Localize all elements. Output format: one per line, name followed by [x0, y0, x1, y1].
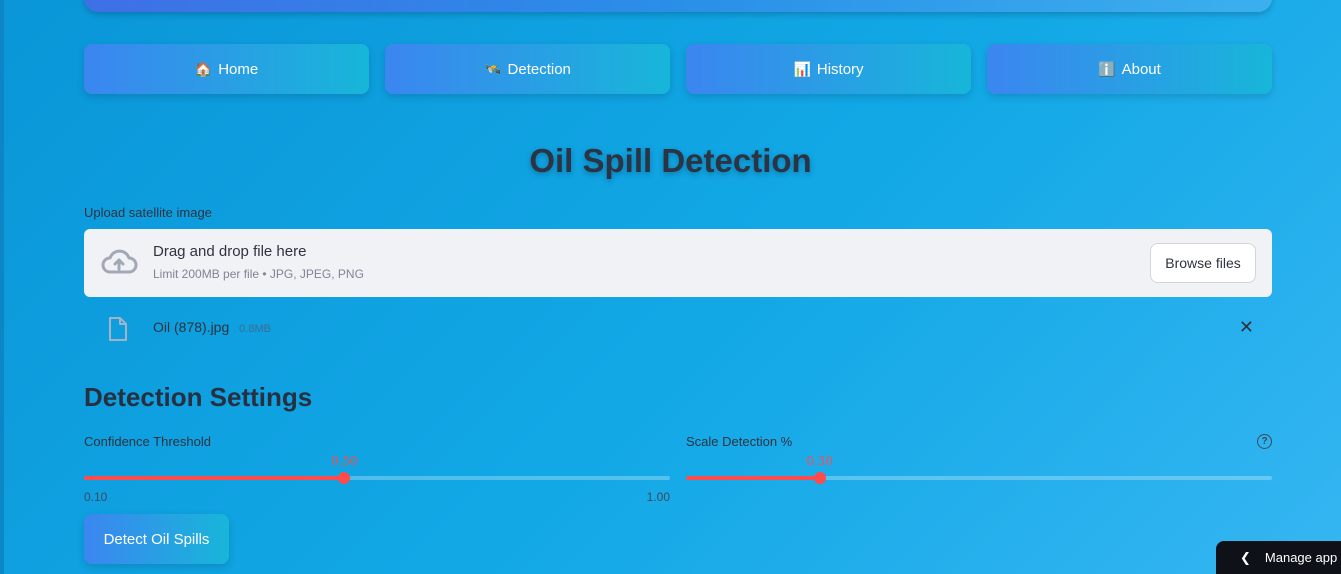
page-title: Oil Spill Detection [529, 142, 812, 179]
file-dropzone[interactable]: Drag and drop file here Limit 200MB per … [84, 229, 1272, 297]
dropzone-title: Drag and drop file here [153, 243, 307, 260]
cloud-upload-icon [101, 249, 138, 274]
scale-slider-thumb[interactable] [813, 472, 826, 484]
scale-slider-label: Scale Detection % [686, 434, 793, 449]
help-icon[interactable]: ? [1257, 434, 1272, 449]
browse-files-button[interactable]: Browse files [1150, 243, 1256, 283]
confidence-slider-label: Confidence Threshold [84, 434, 211, 449]
window-edge [0, 0, 4, 574]
confidence-slider-value: 0.50 [331, 454, 358, 468]
file-name-text: Oil (878).jpg [153, 319, 230, 335]
confidence-slider-max: 1.00 [646, 490, 670, 504]
nav-history-button[interactable]: 📊 History [686, 44, 971, 94]
chevron-left-icon: ❮ [1240, 549, 1251, 565]
confidence-slider-thumb[interactable] [338, 472, 351, 484]
file-size: 0.8MB [239, 323, 271, 335]
detect-oil-spills-button[interactable]: Detect Oil Spills [84, 514, 229, 564]
scale-slider: Scale Detection % ? 0.30 [686, 432, 1272, 504]
nav-about-label: About [1121, 60, 1161, 78]
scale-slider-track[interactable] [686, 472, 1272, 484]
satellite-icon: 🛰️ [484, 60, 502, 77]
nav-home-label: Home [218, 60, 259, 78]
upload-label: Upload satellite image [84, 205, 212, 220]
header-banner [84, 0, 1272, 12]
nav-about-button[interactable]: ℹ️ About [987, 44, 1272, 94]
file-icon [109, 317, 127, 341]
bar-chart-icon: 📊 [793, 60, 811, 77]
confidence-slider-min: 0.10 [84, 490, 108, 504]
nav-detection-label: Detection [507, 60, 571, 78]
info-icon: ℹ️ [1098, 60, 1116, 77]
dropzone-subtitle: Limit 200MB per file • JPG, JPEG, PNG [153, 267, 364, 281]
nav-home-button[interactable]: 🏠 Home [84, 44, 369, 94]
manage-app-button[interactable]: ❮ Manage app [1216, 541, 1341, 574]
remove-file-button[interactable]: ✕ [1239, 317, 1254, 338]
confidence-slider: Confidence Threshold 0.50 0.10 1.00 [84, 432, 670, 504]
detection-settings-title: Detection Settings [84, 382, 313, 412]
nav-bar: 🏠 Home 🛰️ Detection 📊 History ℹ️ About [84, 44, 1272, 94]
scale-slider-value: 0.30 [806, 454, 833, 468]
scale-slider-fill [686, 476, 820, 480]
confidence-slider-fill [84, 476, 345, 480]
house-icon: 🏠 [194, 60, 213, 77]
confidence-slider-track[interactable] [84, 472, 670, 484]
manage-app-label: Manage app [1264, 550, 1338, 565]
nav-history-label: History [816, 60, 864, 78]
nav-detection-button[interactable]: 🛰️ Detection [385, 44, 670, 94]
uploaded-file-row: Oil (878).jpg 0.8MB ✕ [84, 313, 1272, 345]
file-name: Oil (878).jpg 0.8MB [153, 319, 271, 335]
